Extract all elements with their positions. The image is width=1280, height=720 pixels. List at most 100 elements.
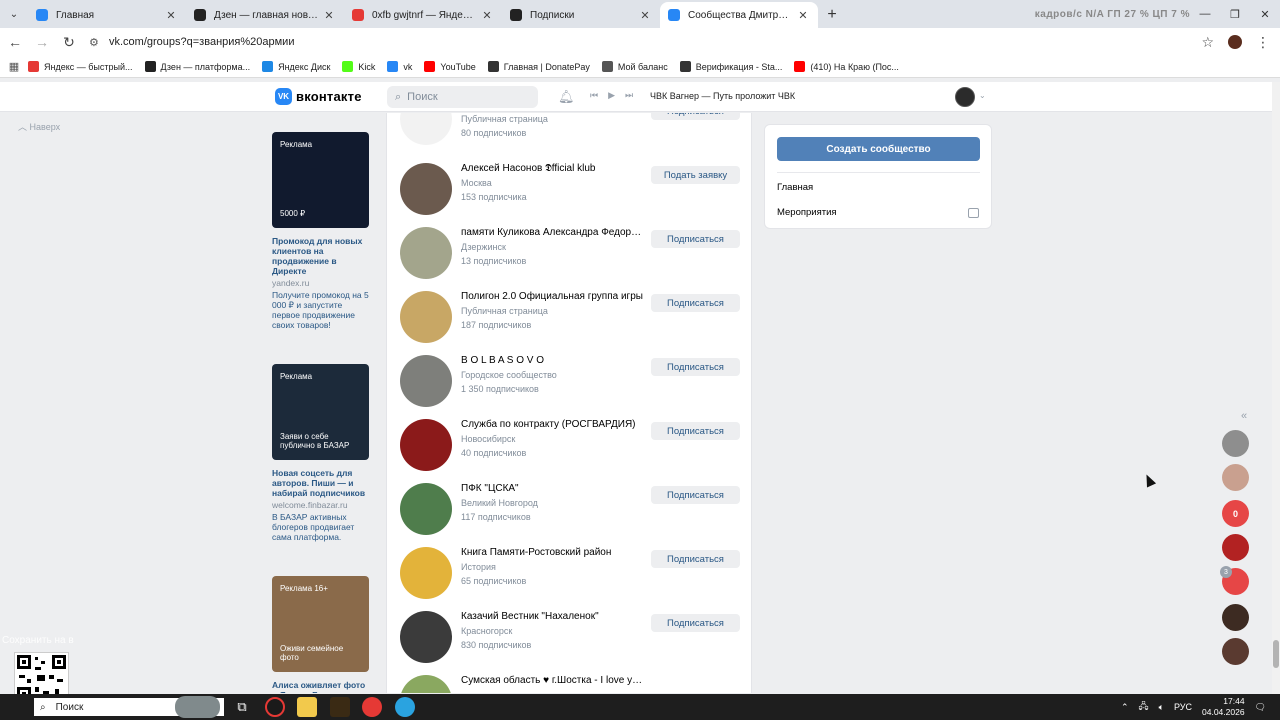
network-icon[interactable]: 🖧︎	[1139, 699, 1149, 715]
chrome-app-icon[interactable]	[362, 697, 382, 717]
prev-track-icon[interactable]: ⏮	[590, 90, 598, 101]
group-name[interactable]: Алексей Насонов 𝕯fficial klub	[461, 163, 595, 174]
bookmark-item[interactable]: Яндекс Диск	[262, 61, 330, 72]
chat-avatar[interactable]	[1222, 534, 1249, 561]
bookmark-item[interactable]: vk	[387, 61, 412, 72]
profile-avatar[interactable]	[1228, 35, 1242, 49]
subscribe-button[interactable]: Подписаться	[651, 358, 740, 376]
group-avatar[interactable]	[400, 163, 452, 215]
task-view-icon[interactable]: ⧉	[232, 697, 252, 717]
chat-avatar[interactable]	[1222, 430, 1249, 457]
scroll-up-link[interactable]: ︿ Наверх	[18, 120, 60, 133]
taskbar-widget-image[interactable]	[175, 696, 220, 718]
ad-image[interactable]: Реклама 5000 ₽	[272, 132, 369, 228]
tab-close-icon[interactable]: ✕	[480, 9, 494, 22]
notifications-bell-icon[interactable]: 🔔︎	[558, 89, 575, 105]
play-icon[interactable]: ▶	[608, 90, 615, 101]
tray-chevron-icon[interactable]: ⌃	[1121, 702, 1129, 713]
group-name[interactable]: Сумская область ♥ г.Шостка - I love you.…	[461, 675, 643, 686]
chat-avatar[interactable]	[1222, 638, 1249, 665]
next-track-icon[interactable]: ⏭	[625, 90, 633, 101]
minimize-icon[interactable]: —	[1190, 0, 1220, 28]
clock[interactable]: 17:44 04.04.2026	[1202, 696, 1245, 718]
group-name[interactable]: Казачий Вестник "Нахаленок"	[461, 611, 599, 622]
back-icon[interactable]: ←	[3, 30, 27, 54]
ad-title[interactable]: Промокод для новых клиентов на продвижен…	[272, 236, 372, 276]
vk-search-input[interactable]: ⌕ Поиск	[387, 86, 538, 108]
group-avatar[interactable]	[400, 547, 452, 599]
forward-icon[interactable]: →	[30, 30, 54, 54]
scrollbar-thumb[interactable]	[1273, 640, 1279, 668]
create-community-button[interactable]: Создать сообщество	[777, 137, 980, 161]
group-name[interactable]: B O L B A S O V O	[461, 355, 544, 366]
chevron-down-icon[interactable]: ⌄	[979, 91, 986, 100]
group-avatar[interactable]	[400, 113, 452, 145]
group-name[interactable]: Книга Памяти-Ростовский район	[461, 547, 611, 558]
bookmark-item[interactable]: Яндекс — быстрый...	[28, 61, 133, 72]
browser-tab[interactable]: Сообщества Дмитрия Метода ✕	[660, 2, 818, 28]
group-name[interactable]: памяти Куликова Александра Федоров...	[461, 227, 643, 238]
new-tab-button[interactable]: +	[818, 2, 846, 28]
tab-close-icon[interactable]: ✕	[796, 9, 810, 22]
notifications-icon[interactable]: 🗨︎	[1255, 702, 1266, 713]
bookmark-item[interactable]: (410) На Краю (Пос...	[794, 61, 899, 72]
group-name[interactable]: Полигон 2.0 Официальная группа игры	[461, 291, 643, 302]
tab-close-icon[interactable]: ✕	[164, 9, 178, 22]
browser-tab[interactable]: 0xfb gwjtnrf — Яндекс: нашло... ✕	[344, 2, 502, 28]
tab-close-icon[interactable]: ✕	[638, 9, 652, 22]
group-avatar[interactable]	[400, 227, 452, 279]
subscribe-button[interactable]: Подписаться	[651, 113, 740, 120]
ad-title[interactable]: Новая соцсеть для авторов. Пиши — и наби…	[272, 468, 372, 498]
ad-card[interactable]: Реклама 5000 ₽ Промокод для новых клиент…	[272, 132, 372, 330]
group-avatar[interactable]	[400, 291, 452, 343]
apps-grid-icon[interactable]: ▦	[0, 60, 28, 73]
browser-tab[interactable]: Дзен — главная новостная и... ✕	[186, 2, 344, 28]
group-avatar[interactable]	[400, 483, 452, 535]
site-settings-icon[interactable]: ⚙	[89, 36, 103, 49]
user-avatar[interactable]	[955, 87, 975, 107]
file-explorer-icon[interactable]	[297, 697, 317, 717]
close-icon[interactable]: ✕	[1250, 0, 1280, 28]
subscribe-button[interactable]: Подписаться	[651, 614, 740, 632]
tab-close-icon[interactable]: ✕	[322, 9, 336, 22]
subscribe-button[interactable]: Подписаться	[651, 422, 740, 440]
url-field[interactable]: ⚙ vk.com/groups?q=званрия%20армии	[89, 30, 1201, 54]
chat-avatar[interactable]	[1222, 604, 1249, 631]
menu-link-main[interactable]: Главная	[777, 182, 813, 193]
subscribe-button[interactable]: Подписаться	[651, 230, 740, 248]
subscribe-button[interactable]: Подписаться	[651, 294, 740, 312]
bookmark-item[interactable]: Главная | DonatePay	[487, 61, 590, 72]
chat-avatar[interactable]	[1222, 464, 1249, 491]
group-name[interactable]: ПФК "ЦСКА"	[461, 483, 519, 494]
bookmark-star-icon[interactable]: ☆	[1201, 34, 1214, 51]
bookmark-item[interactable]: YouTube	[424, 61, 476, 72]
menu-icon[interactable]: ⋮	[1256, 34, 1270, 51]
page-scrollbar[interactable]	[1272, 82, 1280, 694]
ad-title[interactable]: Алиса оживляет фото в Яндекс Браузере	[272, 680, 372, 693]
restore-icon[interactable]: ❐	[1220, 0, 1250, 28]
group-avatar[interactable]	[400, 675, 452, 693]
bookmark-item[interactable]: Верификация - Sta...	[679, 61, 782, 72]
tab-search-icon[interactable]: ⌄	[0, 0, 28, 28]
ad-domain[interactable]: yandex.ru	[272, 278, 372, 288]
game-app-icon[interactable]	[330, 697, 350, 717]
telegram-app-icon[interactable]	[395, 697, 415, 717]
ad-domain[interactable]: welcome.finbazar.ru	[272, 500, 372, 510]
browser-tab[interactable]: Главная ✕	[28, 2, 186, 28]
obs-app-icon[interactable]	[265, 697, 285, 717]
group-avatar[interactable]	[400, 611, 452, 663]
menu-link-events[interactable]: Мероприятия	[777, 207, 837, 218]
group-name[interactable]: Служба по контракту (РОСГВАРДИЯ)	[461, 419, 636, 430]
language-indicator[interactable]: РУС	[1174, 702, 1192, 712]
group-avatar[interactable]	[400, 419, 452, 471]
bookmark-item[interactable]: Kick	[342, 61, 375, 72]
vk-logo[interactable]: VK вконтакте	[275, 88, 362, 105]
subscribe-button[interactable]: Подписаться	[651, 486, 740, 504]
subscribe-button[interactable]: Подать заявку	[651, 166, 740, 184]
bookmark-item[interactable]: Мой баланс	[601, 61, 668, 72]
browser-tab[interactable]: Подписки ✕	[502, 2, 660, 28]
ad-image[interactable]: Реклама 16+ Оживи семейное фото	[272, 576, 369, 672]
ad-card[interactable]: Реклама 16+ Оживи семейное фото Алиса ож…	[272, 576, 372, 693]
reload-icon[interactable]: ↻	[57, 30, 81, 54]
group-avatar[interactable]	[400, 355, 452, 407]
